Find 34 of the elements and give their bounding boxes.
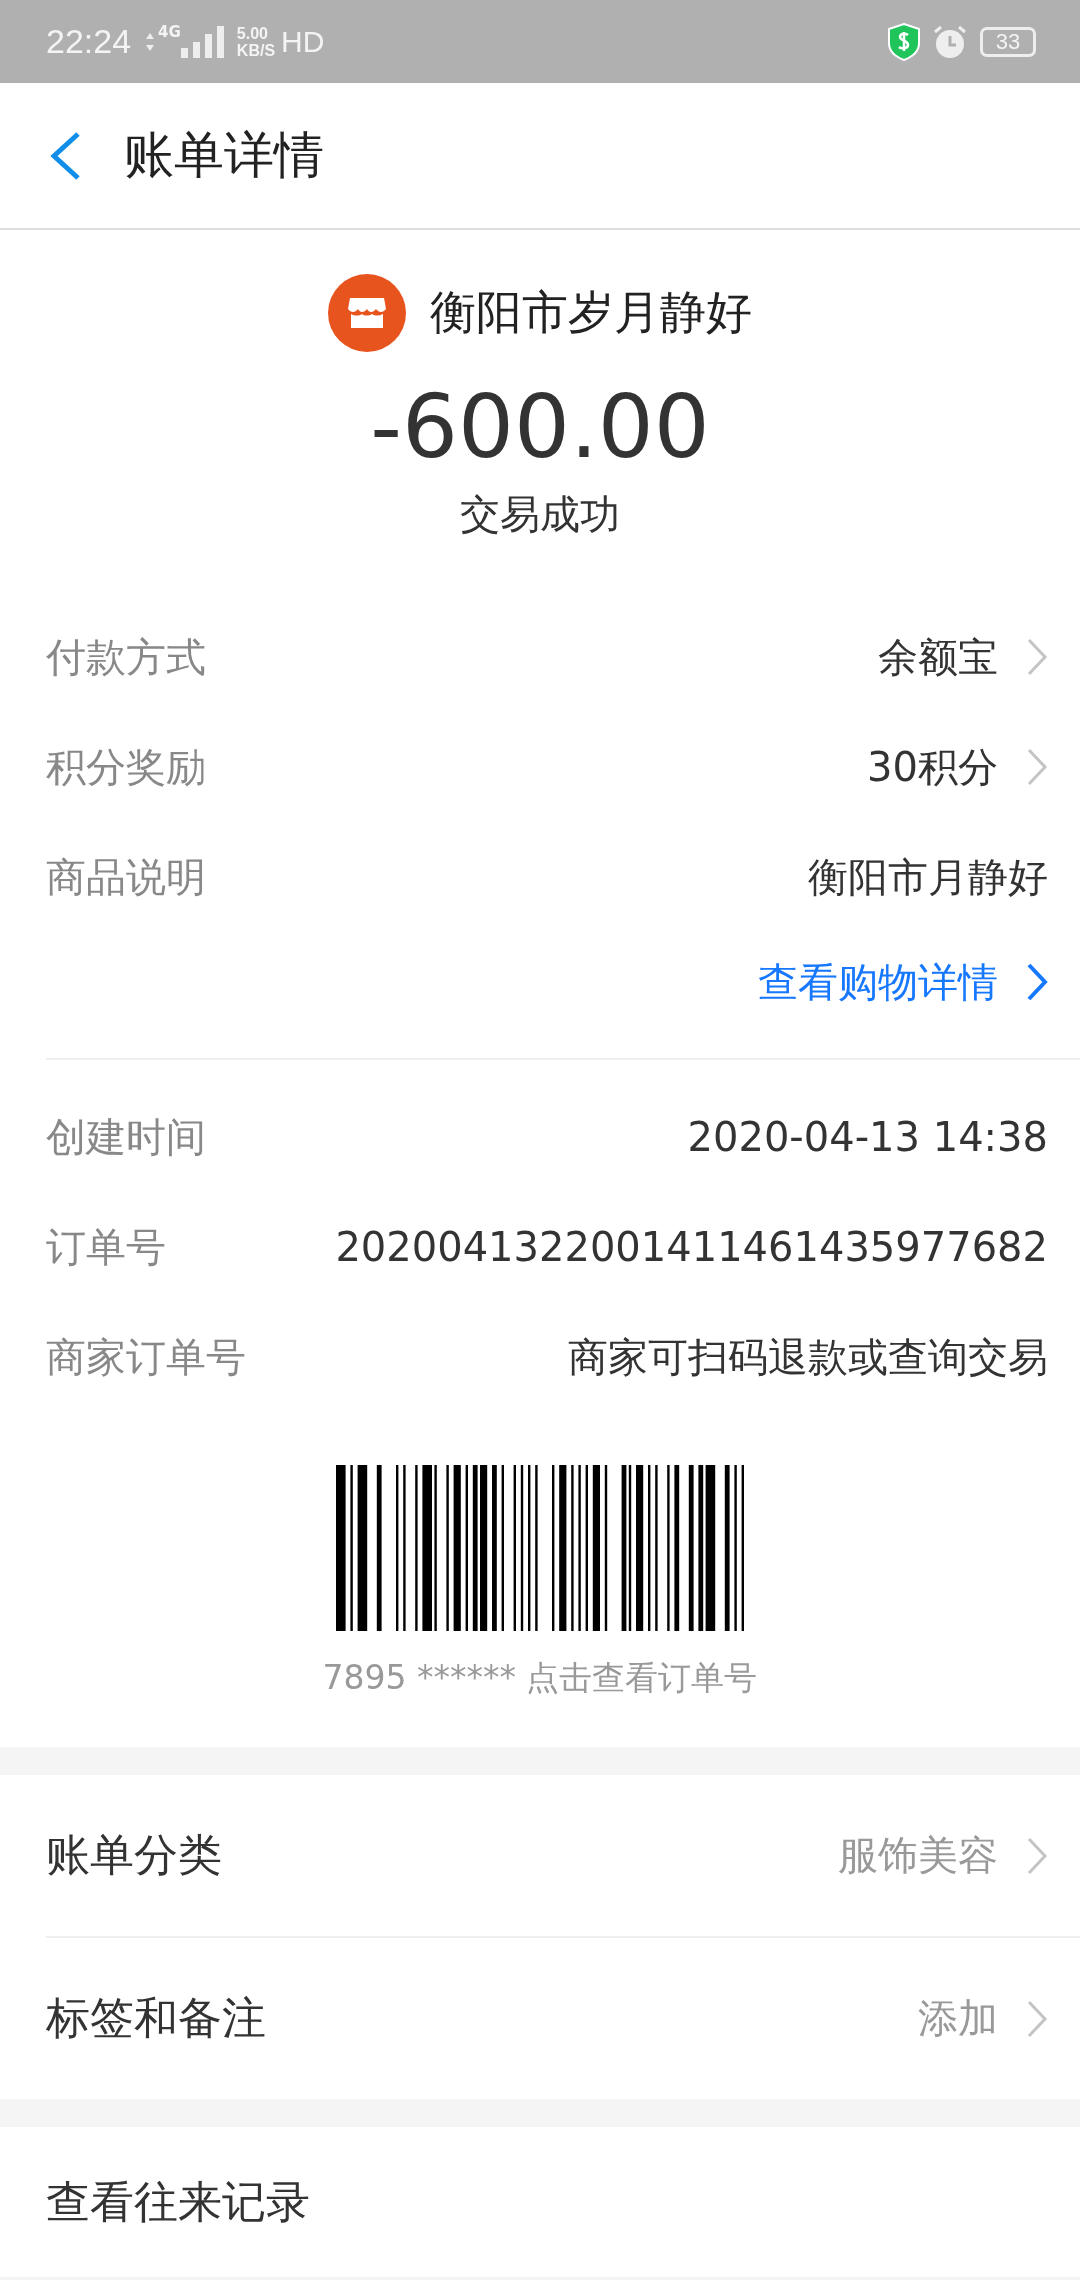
speed-value: 5.00 bbox=[236, 24, 269, 42]
setting-label[interactable]: 账单分类 bbox=[46, 1826, 222, 1885]
shield-icon bbox=[888, 22, 920, 61]
back-icon[interactable] bbox=[48, 130, 82, 181]
transaction-status: 交易成功 bbox=[459, 490, 621, 539]
battery-level: 33 bbox=[995, 28, 1021, 55]
merchant-name: 衡阳市岁月静好 bbox=[430, 284, 752, 341]
barcode-drawing[interactable] bbox=[336, 1465, 744, 1631]
network-type: 4G bbox=[158, 24, 181, 40]
page-title: 账单详情 bbox=[124, 125, 324, 186]
field-label: 积分奖励 bbox=[46, 742, 206, 792]
field-value: 衡阳市月静好 bbox=[808, 852, 1048, 902]
field-label: 商品说明 bbox=[46, 852, 206, 902]
chevron-icon bbox=[1026, 1835, 1048, 1876]
field-value[interactable]: 30积分 bbox=[867, 739, 998, 795]
hd-label: HD bbox=[281, 24, 325, 59]
field-label: 订单号 bbox=[46, 1222, 166, 1272]
clock-time: 22:24 bbox=[46, 22, 132, 61]
field-label: 付款方式 bbox=[46, 632, 206, 682]
chevron-icon bbox=[1026, 1998, 1048, 2039]
field-label: 创建时间 bbox=[46, 1112, 206, 1162]
signal-icon bbox=[180, 25, 225, 58]
field-value: 商家可扫码退款或查询交易 bbox=[568, 1332, 1048, 1382]
speed-unit: KB/S bbox=[236, 41, 276, 59]
field-value: 2020041322001411461435977682 bbox=[335, 1224, 1048, 1270]
amount: -600.00 bbox=[369, 374, 711, 480]
store-icon bbox=[328, 274, 406, 352]
field-value: 2020-04-13 14:38 bbox=[687, 1114, 1048, 1160]
setting-label[interactable]: 标签和备注 bbox=[46, 1989, 266, 2048]
field-value[interactable]: 余额宝 bbox=[878, 629, 998, 685]
alarm-icon bbox=[932, 23, 968, 60]
shopping-details-link[interactable]: 查看购物详情 bbox=[758, 954, 998, 1010]
history-link[interactable]: 查看往来记录 bbox=[46, 2172, 310, 2232]
field-label: 商家订单号 bbox=[46, 1332, 246, 1382]
